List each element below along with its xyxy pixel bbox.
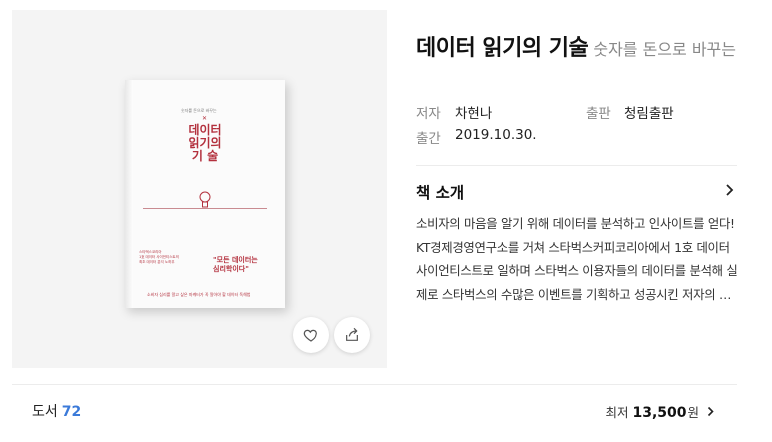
result-count: 72	[61, 404, 82, 420]
book-cover-image[interactable]: 숫자를 돈으로 바꾸는 ✕ 데이터 읽기의 기 술 스타벅스코리아 1호 데이터…	[125, 80, 285, 308]
publisher-label: 출판	[586, 106, 611, 122]
currency-label: 원	[687, 405, 700, 420]
intro-title: 책 소개	[416, 184, 465, 202]
intro-text: 소비자의 마음을 알기 위해 데이터를 분석하고 인사이트를 얻다! KT경제경…	[416, 216, 738, 302]
lowest-label: 최저	[605, 405, 629, 420]
cover-top-text: 숫자를 돈으로 바꾸는	[181, 108, 217, 113]
date-value: 2019.10.30.	[455, 127, 537, 143]
publisher-value[interactable]: 청림출판	[624, 102, 674, 122]
share-button[interactable]	[334, 317, 370, 353]
price-value: 13,500	[632, 405, 687, 421]
cover-blurb-line: 최초 데이터 분석 노하우	[139, 260, 175, 264]
cover-bottom-text: 소비자 심리를 알고 싶은 마케터가 꼭 알아야 할 데이터 독해법	[147, 292, 251, 297]
share-icon	[346, 327, 358, 341]
cover-quote: "모든 데이터는 심리학이다"	[213, 256, 258, 274]
cover-quote-line: "모든 데이터는	[213, 256, 258, 264]
date-label: 출간	[416, 131, 441, 147]
author-value[interactable]: 차현나	[455, 102, 492, 122]
cover-lightbulb-icon	[199, 191, 211, 208]
chevron-right-icon	[707, 406, 714, 417]
cover-title-line: 기 술	[191, 149, 219, 163]
cover-x-mark: ✕	[202, 115, 208, 122]
category-count[interactable]: 도서 72	[32, 401, 81, 421]
category-label: 도서	[32, 404, 58, 420]
book-subtitle: 숫자를 돈으로 바꾸는	[593, 40, 736, 59]
book-title-block[interactable]: 데이터 읽기의 기술 숫자를 돈으로 바꾸는	[416, 33, 737, 65]
like-button[interactable]	[293, 317, 329, 353]
chevron-right-icon[interactable]	[725, 183, 735, 197]
intro-header[interactable]: 책 소개	[416, 180, 737, 204]
cover-blurb: 스타벅스코리아 1호 데이터 사이언티스트의 최초 데이터 분석 노하우	[139, 250, 179, 265]
author-label: 저자	[416, 106, 441, 122]
footer-bar[interactable]: 도서 72 최저 13,500원	[12, 384, 737, 442]
info-divider	[416, 165, 737, 166]
lowest-price[interactable]: 최저 13,500원	[605, 402, 715, 421]
book-title[interactable]: 데이터 읽기의 기술	[416, 36, 589, 61]
heart-icon	[303, 329, 317, 342]
book-card: 숫자를 돈으로 바꾸는 ✕ 데이터 읽기의 기 술 스타벅스코리아 1호 데이터…	[12, 10, 738, 368]
cover-panel[interactable]: 숫자를 돈으로 바꾸는 ✕ 데이터 읽기의 기 술 스타벅스코리아 1호 데이터…	[12, 10, 387, 368]
book-spine	[125, 80, 133, 308]
cover-divider	[143, 208, 267, 209]
cover-quote-line: 심리학이다"	[213, 265, 249, 273]
cover-title: 데이터 읽기의 기 술	[177, 124, 233, 163]
